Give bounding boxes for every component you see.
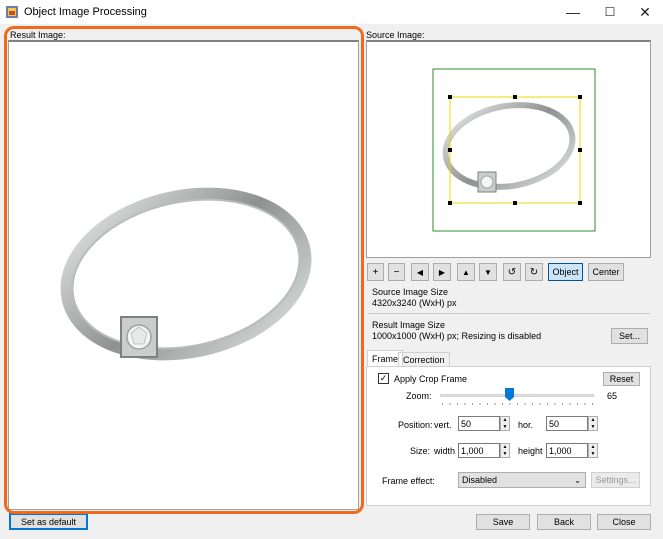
chevron-down-icon: ⌄	[574, 475, 581, 485]
vert-spinner[interactable]: ▲ ▼	[500, 416, 510, 431]
frame-effect-label: Frame effect:	[382, 476, 435, 486]
set-size-button[interactable]: Set...	[611, 328, 648, 344]
rotate-right-button[interactable]: ↻	[525, 263, 543, 281]
divider	[368, 313, 650, 314]
object-button[interactable]: Object	[548, 263, 583, 281]
move-right-button[interactable]: ▶	[433, 263, 451, 281]
frame-effect-select[interactable]: Disabled ⌄	[458, 472, 586, 488]
zoom-slider-ticks	[442, 403, 593, 405]
window-title: Object Image Processing	[24, 6, 147, 18]
source-image-label: Source Image:	[366, 30, 425, 40]
ring-image	[60, 187, 312, 361]
vert-input[interactable]: 50	[458, 416, 500, 431]
zoom-in-button[interactable]: +	[367, 263, 384, 281]
crop-handle[interactable]	[578, 95, 582, 99]
move-left-button[interactable]: ◀	[411, 263, 429, 281]
zoom-out-button[interactable]: −	[388, 263, 405, 281]
maximize-button[interactable]: ☐	[592, 0, 628, 24]
width-input[interactable]: 1,000	[458, 443, 500, 458]
zoom-slider-track[interactable]	[440, 394, 594, 397]
height-spinner[interactable]: ▲ ▼	[588, 443, 598, 458]
crop-handle[interactable]	[513, 95, 517, 99]
crop-handle[interactable]	[448, 201, 452, 205]
set-as-default-button[interactable]: Set as default	[9, 513, 88, 530]
crop-handle[interactable]	[578, 201, 582, 205]
crop-handle[interactable]	[448, 148, 452, 152]
minimize-icon: —	[566, 4, 580, 20]
center-button[interactable]: Center	[588, 263, 624, 281]
close-button[interactable]: Close	[597, 514, 651, 530]
source-size-label: Source Image Size	[372, 287, 449, 297]
hor-input[interactable]: 50	[546, 416, 588, 431]
reset-button[interactable]: Reset	[603, 372, 640, 386]
minimize-button[interactable]: —	[555, 0, 591, 24]
save-button[interactable]: Save	[476, 514, 530, 530]
move-down-button[interactable]: ▼	[479, 263, 497, 281]
size-label: Size:	[410, 446, 431, 456]
crop-handle[interactable]	[448, 95, 452, 99]
zoom-slider-thumb[interactable]	[504, 388, 514, 401]
frame-effect-value: Disabled	[462, 475, 498, 485]
source-ring-image	[432, 68, 596, 232]
close-window-button[interactable]: ✕	[627, 0, 663, 24]
tab-correction[interactable]: Correction	[398, 352, 450, 367]
zoom-label: Zoom:	[406, 391, 432, 401]
hor-label: hor.	[518, 420, 534, 430]
settings-button[interactable]: Settings...	[591, 472, 640, 488]
rotate-left-button[interactable]: ↺	[503, 263, 521, 281]
close-icon: ✕	[639, 3, 651, 20]
height-label: height	[518, 446, 543, 456]
source-image-view[interactable]	[366, 40, 651, 258]
width-spinner[interactable]: ▲ ▼	[500, 443, 510, 458]
hor-spinner[interactable]: ▲ ▼	[588, 416, 598, 431]
result-image-label: Result Image:	[10, 30, 66, 40]
position-label: Position:	[398, 420, 433, 430]
zoom-value: 65	[607, 391, 618, 401]
apply-crop-checkbox[interactable]: ✓	[378, 373, 389, 384]
width-label: width	[434, 446, 456, 456]
move-up-button[interactable]: ▲	[457, 263, 475, 281]
maximize-icon: ☐	[604, 5, 616, 19]
vert-label: vert.	[434, 420, 452, 430]
crop-handle[interactable]	[578, 148, 582, 152]
source-size-value: 4320x3240 (WxH) px	[372, 298, 457, 308]
apply-crop-label: Apply Crop Frame	[394, 374, 468, 384]
back-button[interactable]: Back	[537, 514, 591, 530]
crop-handle[interactable]	[513, 201, 517, 205]
app-icon	[6, 6, 18, 18]
result-size-label: Result Image Size	[372, 320, 446, 330]
result-image-view	[8, 40, 359, 510]
result-size-value: 1000x1000 (WxH) px; Resizing is disabled	[372, 331, 542, 341]
height-input[interactable]: 1,000	[546, 443, 588, 458]
